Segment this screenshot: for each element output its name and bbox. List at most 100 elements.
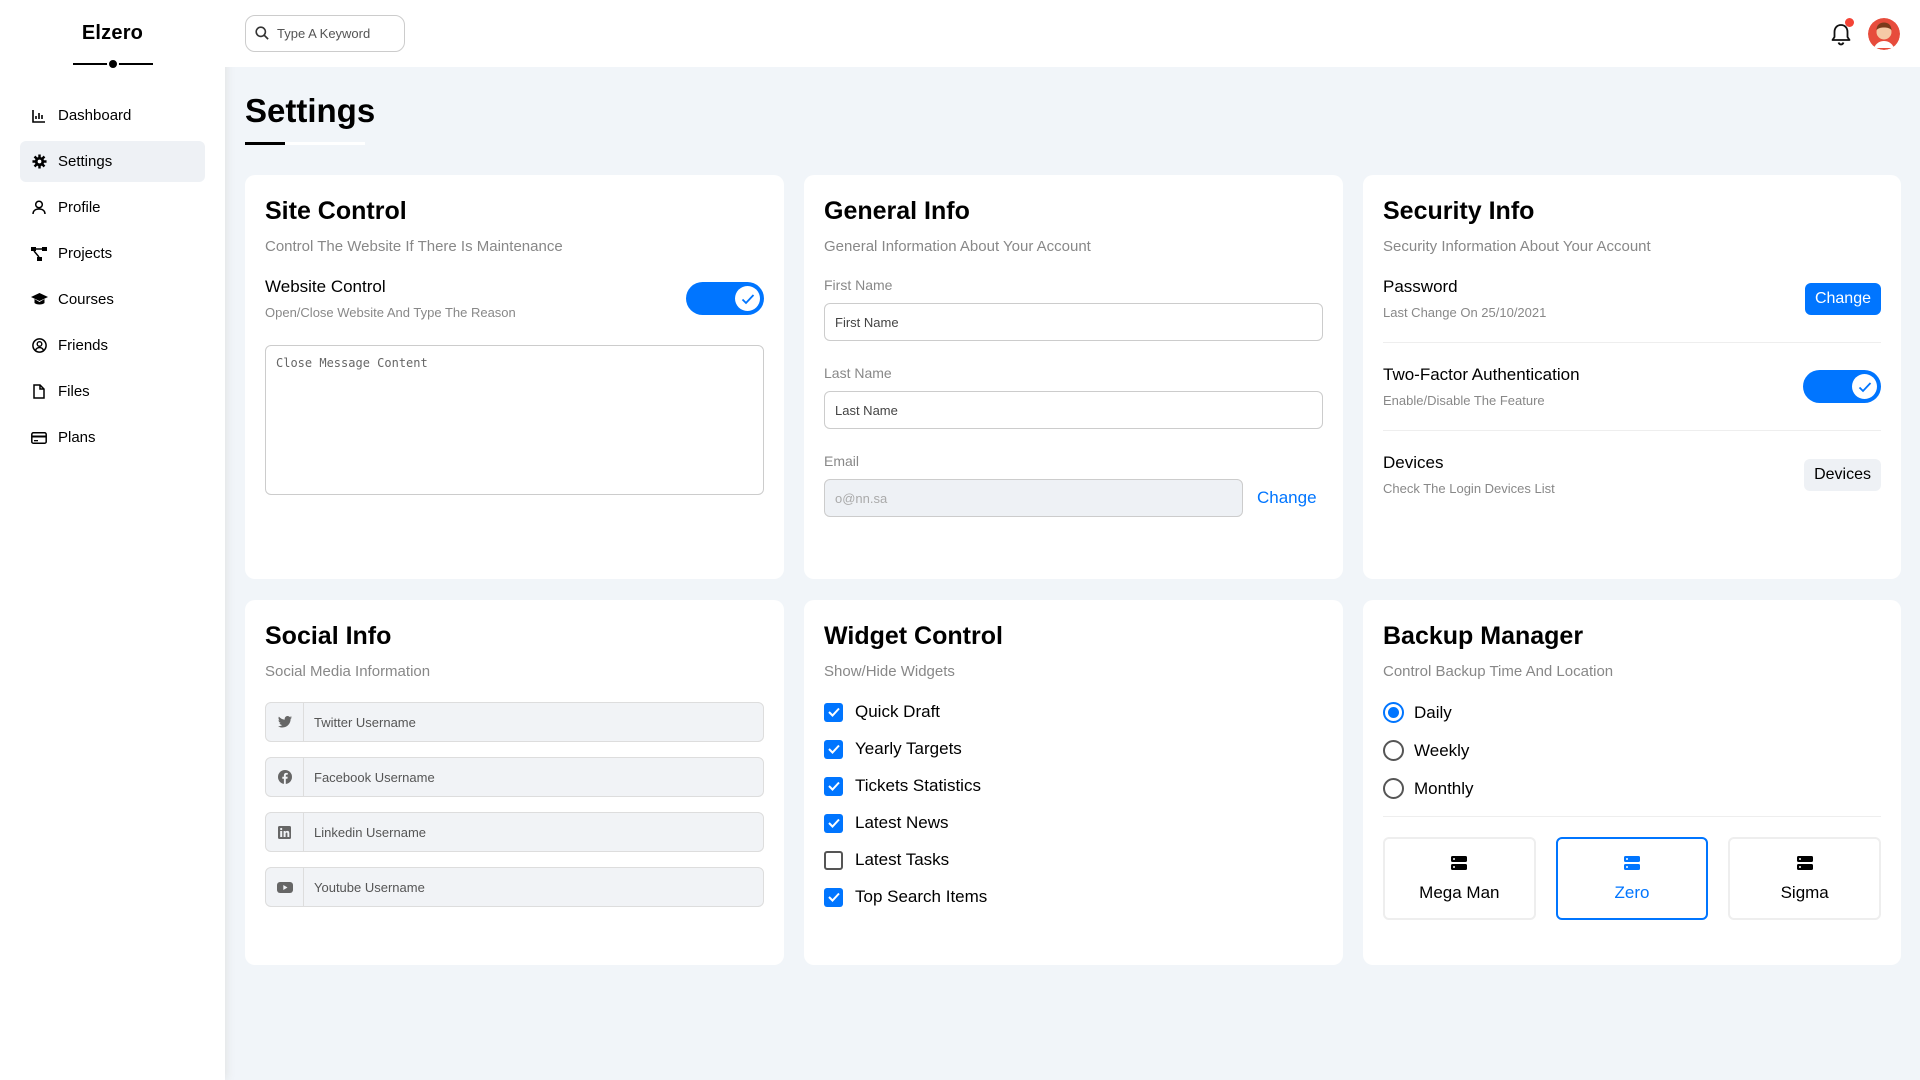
youtube-username-input[interactable] [304, 868, 763, 906]
sidebar-item-profile[interactable]: Profile [20, 187, 205, 228]
backup-option-monthly[interactable]: Monthly [1383, 778, 1881, 799]
card-subtitle: Security Information About Your Account [1383, 238, 1651, 255]
sidebar-item-label: Courses [58, 291, 114, 308]
sidebar-item-friends[interactable]: Friends [20, 325, 205, 366]
devices-button[interactable]: Devices [1804, 458, 1881, 491]
first-name-label: First Name [824, 277, 893, 293]
checkbox-label: Latest News [855, 813, 949, 832]
server-icon [1451, 855, 1468, 875]
widget-checkbox-tickets-statistics[interactable]: Tickets Statistics [824, 776, 1323, 796]
backup-option-weekly[interactable]: Weekly [1383, 740, 1881, 761]
widget-checkbox-latest-news[interactable]: Latest News [824, 813, 1323, 833]
card-title: Security Info [1383, 197, 1535, 225]
card-subtitle: Control The Website If There Is Maintena… [265, 238, 563, 255]
sidebar-item-label: Dashboard [58, 107, 132, 124]
security-info-card: Security Info Security Information About… [1363, 175, 1901, 579]
checkbox-checked[interactable] [824, 739, 843, 759]
widget-checkbox-quick-draft[interactable]: Quick Draft [824, 702, 1323, 722]
twitter-field-group [265, 702, 764, 742]
radio-label: Monthly [1414, 778, 1474, 798]
website-control-desc: Open/Close Website And Type The Reason [265, 305, 516, 320]
checkbox-checked[interactable] [824, 702, 843, 722]
user-icon [30, 199, 48, 217]
password-desc: Last Change On 25/10/2021 [1383, 305, 1547, 320]
top-header [225, 0, 1920, 67]
checkbox-checked[interactable] [824, 887, 843, 907]
search-input[interactable] [245, 15, 405, 52]
sidebar-item-label: Friends [58, 337, 109, 354]
header-actions [1830, 17, 1900, 50]
search-icon [255, 26, 269, 45]
two-factor-toggle[interactable] [1803, 370, 1881, 403]
server-label: Zero [1614, 882, 1650, 902]
check-icon [735, 286, 760, 311]
checkbox-label: Yearly Targets [855, 739, 962, 758]
check-icon [1852, 374, 1877, 399]
radio-label: Daily [1414, 702, 1452, 722]
file-icon [30, 383, 48, 401]
password-row: Password Last Change On 25/10/2021 Chang… [1383, 277, 1881, 343]
search-box [245, 15, 405, 52]
email-field[interactable] [824, 479, 1243, 517]
sidebar-item-dashboard[interactable]: Dashboard [20, 95, 205, 136]
facebook-field-group [265, 757, 764, 797]
card-subtitle: General Information About Your Account [824, 238, 1091, 255]
sidebar-item-settings[interactable]: Settings [20, 141, 205, 182]
avatar[interactable] [1868, 17, 1900, 50]
facebook-icon [266, 758, 304, 796]
close-message-textarea[interactable] [265, 345, 764, 495]
card-title: Site Control [265, 197, 407, 225]
sidebar-item-label: Files [58, 383, 90, 400]
devices-desc: Check The Login Devices List [1383, 481, 1555, 496]
widget-control-card: Widget Control Show/Hide Widgets Quick D… [804, 600, 1343, 965]
twitter-username-input[interactable] [304, 703, 763, 741]
twitter-icon [266, 703, 304, 741]
server-icon [1796, 855, 1813, 875]
brand-divider [72, 58, 153, 70]
checkbox-checked[interactable] [824, 776, 843, 796]
backup-manager-card: Backup Manager Control Backup Time And L… [1363, 600, 1901, 965]
sidebar-nav: Dashboard Settings Profile Projects Cour… [0, 95, 225, 458]
linkedin-username-input[interactable] [304, 813, 763, 851]
page-title: Settings [245, 92, 376, 129]
sidebar-item-label: Settings [58, 153, 113, 170]
website-control-toggle[interactable] [686, 282, 764, 315]
widget-checkbox-yearly-targets[interactable]: Yearly Targets [824, 739, 1323, 759]
server-option-mega-man[interactable]: Mega Man [1383, 837, 1536, 920]
change-password-button[interactable]: Change [1804, 282, 1881, 315]
site-control-card: Site Control Control The Website If Ther… [245, 175, 784, 579]
general-info-card: General Info General Information About Y… [804, 175, 1343, 579]
gear-icon [30, 153, 48, 171]
card-subtitle: Control Backup Time And Location [1383, 663, 1614, 680]
radio-unselected[interactable] [1383, 778, 1404, 799]
facebook-username-input[interactable] [304, 758, 763, 796]
first-name-field[interactable] [824, 303, 1323, 341]
checkbox-label: Tickets Statistics [855, 776, 981, 795]
card-title: Backup Manager [1383, 622, 1584, 650]
backup-option-daily[interactable]: Daily [1383, 702, 1881, 723]
widget-checkbox-latest-tasks[interactable]: Latest Tasks [824, 850, 1323, 870]
checkbox-unchecked[interactable] [824, 850, 843, 870]
checkbox-label: Quick Draft [855, 702, 941, 721]
notification-button[interactable] [1830, 17, 1854, 46]
chart-icon [30, 107, 48, 125]
graduation-cap-icon [30, 291, 48, 309]
radio-selected[interactable] [1383, 702, 1404, 723]
change-email-link[interactable]: Change [1257, 488, 1317, 508]
sidebar-item-courses[interactable]: Courses [20, 279, 205, 320]
radio-unselected[interactable] [1383, 740, 1404, 761]
card-subtitle: Social Media Information [265, 663, 431, 680]
sidebar-item-files[interactable]: Files [20, 371, 205, 412]
sidebar-item-plans[interactable]: Plans [20, 417, 205, 458]
widget-checkbox-top-search-items[interactable]: Top Search Items [824, 887, 1323, 907]
sidebar-item-projects[interactable]: Projects [20, 233, 205, 274]
server-option-sigma[interactable]: Sigma [1728, 837, 1882, 920]
devices-row: Devices Check The Login Devices List Dev… [1383, 453, 1881, 518]
checkbox-checked[interactable] [824, 813, 843, 833]
email-row: Change [824, 479, 1323, 517]
devices-title: Devices [1383, 453, 1444, 472]
server-option-zero[interactable]: Zero [1555, 837, 1709, 920]
sidebar: Elzero Dashboard Settings Profile Projec… [0, 0, 225, 1080]
server-options: Mega Man Zero Sigma [1383, 816, 1882, 920]
last-name-field[interactable] [824, 391, 1323, 429]
